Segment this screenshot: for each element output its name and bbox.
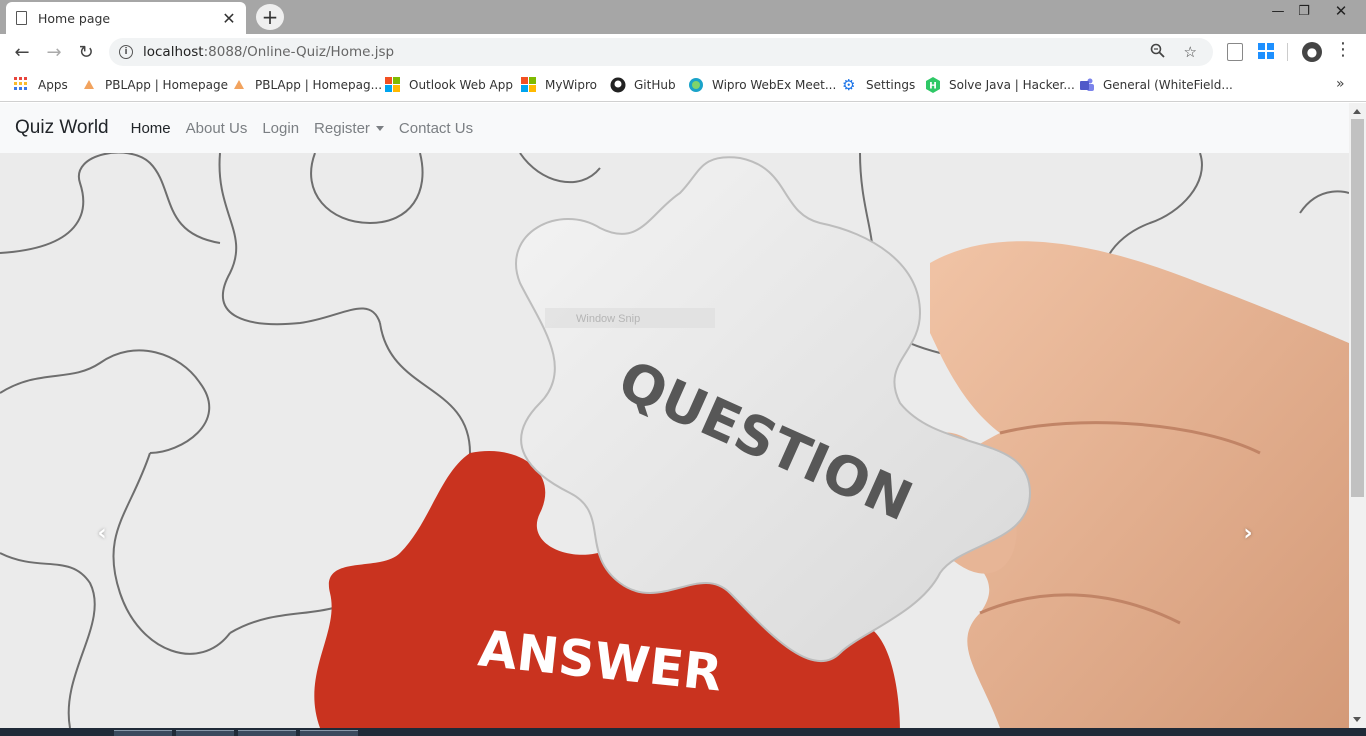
window-snip-overlay: Window Snip [576,313,640,325]
url-host: localhost [143,44,204,60]
microsoft-icon [385,77,401,93]
bookmark-label: Solve Java | Hacker... [949,78,1075,92]
bookmark-label: GitHub [634,78,676,92]
apps-grid-icon [14,77,30,93]
browser-toolbar: ← → ↻ i localhost:8088/Online-Quiz/Home.… [0,34,1366,70]
extension-icon[interactable] [1227,43,1243,61]
nav-home[interactable]: Home [131,120,171,137]
close-tab-icon[interactable]: ✕ [222,9,236,28]
restore-window-button[interactable]: ❐ [1292,0,1316,22]
nav-login[interactable]: Login [262,120,299,137]
url-path: :8088/Online-Quiz/Home.jsp [203,44,395,60]
taskbar-item[interactable] [238,730,296,736]
profile-avatar-icon[interactable]: ● [1302,42,1322,62]
bookmark-label: Wipro WebEx Meet... [712,78,837,92]
bookmarks-bar: Apps PBLApp | Homepage PBLApp | Homepag.… [0,70,1366,102]
site-brand[interactable]: Quiz World [15,117,109,139]
bookmark-label: Outlook Web App [409,78,513,92]
bookmark-star-icon[interactable]: ☆ [1184,43,1197,61]
browser-menu-icon[interactable]: ⋮ [1334,41,1352,59]
zoom-icon[interactable] [1150,43,1165,62]
reload-icon[interactable]: ↻ [73,40,99,64]
taskbar-item[interactable] [300,730,358,736]
bookmark-pblapp-1[interactable]: PBLApp | Homepage [81,77,228,93]
teams-icon [1079,77,1095,93]
hero-carousel: ANSWER QUESTION Window Snip ‹ › [0,153,1349,728]
bookmark-github[interactable]: GitHub [610,77,676,93]
tab-title: Home page [38,10,111,26]
site-navbar: Quiz World Home About Us Login Register … [0,103,1349,153]
caret-down-icon [375,126,384,132]
nav-register-label: Register [314,119,370,137]
nav-about-us[interactable]: About Us [186,120,248,137]
windows-extension-icon[interactable] [1258,43,1274,61]
minimize-window-button[interactable]: — [1264,0,1292,22]
hackerrank-icon: H [925,77,941,93]
site-info-icon[interactable]: i [119,45,133,59]
puzzle-hero-image: ANSWER QUESTION Window Snip [0,153,1349,728]
bookmark-label: PBLApp | Homepag... [255,78,383,92]
forward-arrow-icon[interactable]: → [41,40,67,64]
carousel-prev-icon[interactable]: ‹ [92,521,112,546]
nav-contact-us[interactable]: Contact Us [399,120,473,137]
gear-icon: ⚙ [842,76,856,94]
browser-titlebar: Home page ✕ + — ❐ ✕ [0,0,1366,34]
bookmark-hackerrank[interactable]: H Solve Java | Hacker... [925,77,1075,93]
bookmark-settings[interactable]: ⚙ Settings [842,77,915,93]
pblapp-icon [231,77,247,93]
web-page: Quiz World Home About Us Login Register … [0,103,1349,728]
carousel-next-icon[interactable]: › [1238,521,1258,546]
svg-text:H: H [929,82,937,92]
more-bookmarks-icon[interactable]: » [1336,76,1345,92]
bookmark-label: General (WhiteField... [1103,78,1233,92]
bookmark-label: PBLApp | Homepage [105,78,228,92]
close-window-button[interactable]: ✕ [1316,0,1366,22]
page-scrollbar[interactable] [1349,103,1366,728]
address-bar[interactable]: i localhost:8088/Online-Quiz/Home.jsp ☆ [109,38,1213,66]
scroll-down-icon[interactable] [1353,717,1361,722]
microsoft-icon [521,77,537,93]
taskbar-item[interactable] [176,730,234,736]
bookmark-teams[interactable]: General (WhiteField... [1079,77,1233,93]
github-icon [610,77,626,93]
bookmark-webex[interactable]: Wipro WebEx Meet... [688,77,836,93]
browser-tab[interactable]: Home page ✕ [6,2,246,34]
pblapp-icon [81,77,97,93]
bookmark-label: Settings [866,78,916,92]
nav-register-dropdown[interactable]: Register [314,120,384,137]
document-icon [16,11,27,25]
bookmark-mywipro[interactable]: MyWipro [521,77,597,93]
bookmark-label: Apps [38,78,68,92]
bookmark-pblapp-2[interactable]: PBLApp | Homepag... [231,77,382,93]
os-taskbar [0,728,1366,736]
toolbar-separator [1287,43,1288,61]
scroll-up-icon[interactable] [1353,109,1361,114]
bookmark-label: MyWipro [545,78,598,92]
webex-icon [688,77,704,93]
scroll-thumb[interactable] [1351,119,1364,497]
taskbar-item[interactable] [114,730,172,736]
bookmark-outlook[interactable]: Outlook Web App [385,77,513,93]
new-tab-button[interactable]: + [256,4,284,30]
back-arrow-icon[interactable]: ← [9,40,35,64]
bookmark-apps[interactable]: Apps [14,77,68,93]
